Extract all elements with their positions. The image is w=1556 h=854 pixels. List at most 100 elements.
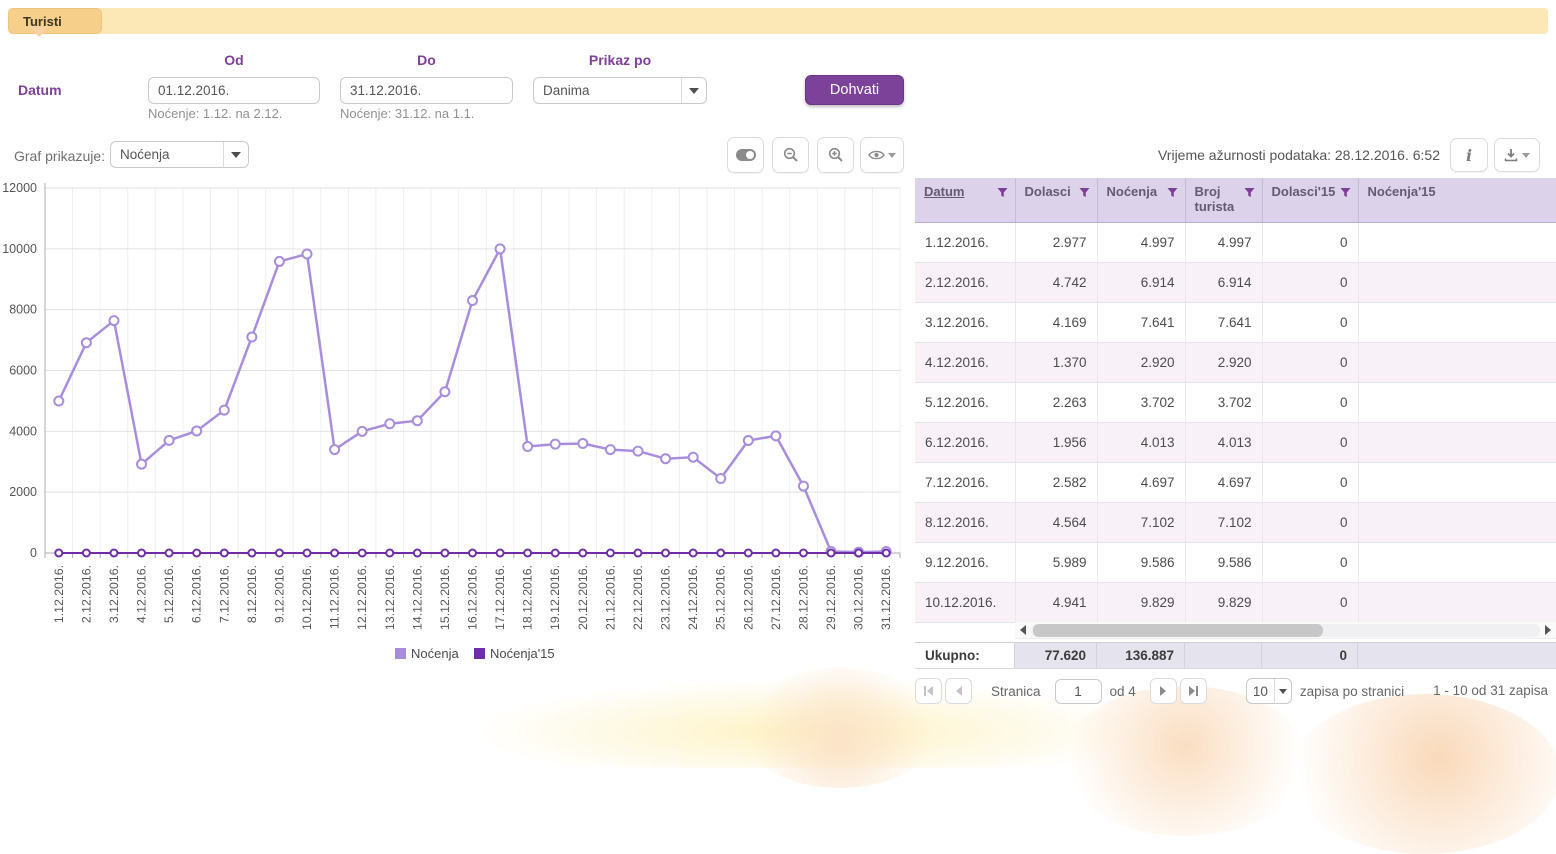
cell-value: 5.989 [1015,542,1097,582]
svg-text:5.12.2016.: 5.12.2016. [162,565,176,623]
cell-datum: 10.12.2016. [915,582,1015,622]
decor-blob [740,668,940,788]
cell-value: 0 [1262,342,1358,382]
cell-value: 4.997 [1185,222,1262,262]
first-page-button[interactable] [915,678,942,704]
cell-value: 9.829 [1097,582,1185,622]
legend-item[interactable]: Noćenja'15 [474,646,555,661]
page-size-select[interactable]: 10 [1246,678,1292,704]
cell-value: 4.697 [1097,462,1185,502]
totals-dolasci: 77.620 [1015,643,1097,668]
cell-value: 9.586 [1185,542,1262,582]
next-page-button[interactable] [1150,678,1177,704]
svg-text:14.12.2016.: 14.12.2016. [410,565,424,630]
column-header-no-enja[interactable]: Noćenja [1097,178,1185,222]
zoom-out-button[interactable] [772,137,809,173]
cell-value: 2.920 [1097,342,1185,382]
svg-text:12000: 12000 [2,182,37,195]
cell-value: 0 [1262,502,1358,542]
date-from-input[interactable] [149,78,320,103]
zoom-in-button[interactable] [817,137,854,173]
cell-value: 4.742 [1015,262,1097,302]
filter-icon[interactable] [1340,187,1351,198]
prev-page-button[interactable] [945,678,972,704]
svg-text:15.12.2016.: 15.12.2016. [438,565,452,630]
info-button[interactable]: i [1450,138,1488,172]
cell-value: 6.914 [1185,262,1262,302]
table-row: 9.12.2016.5.9899.5869.5860 [915,542,1556,582]
horizontal-scrollbar[interactable] [1015,622,1556,639]
svg-text:13.12.2016.: 13.12.2016. [383,565,397,630]
toggle-icon [736,149,756,161]
svg-text:4.12.2016.: 4.12.2016. [135,565,149,623]
chart-toggle-button[interactable] [727,137,764,173]
last-page-button[interactable] [1180,678,1207,704]
decor-blob [1060,686,1310,836]
visibility-menu-button[interactable] [860,137,904,173]
export-button[interactable] [1494,138,1540,172]
svg-text:16.12.2016.: 16.12.2016. [466,565,480,630]
chevron-down-icon [1275,679,1291,703]
cell-value: 0 [1262,382,1358,422]
cell-datum: 6.12.2016. [915,422,1015,462]
data-table: DatumDolasci Noćenja Broj turistaDolasci'1… [915,178,1556,623]
decor-blob [1290,694,1556,854]
cell-value: 3.702 [1185,382,1262,422]
column-header-no-enja-15[interactable]: Noćenja'15 [1358,178,1556,222]
datum-label: Datum [18,82,62,98]
svg-text:19.12.2016.: 19.12.2016. [548,565,562,630]
svg-text:9.12.2016.: 9.12.2016. [272,565,286,623]
eye-icon [868,149,885,161]
filter-icon[interactable] [1079,187,1090,198]
cell-value [1358,302,1556,342]
cell-datum: 3.12.2016. [915,302,1015,342]
page-number-input[interactable] [1055,679,1102,704]
cell-value: 4.013 [1185,422,1262,462]
date-to-box [340,77,513,104]
scrollbar-thumb[interactable] [1033,624,1323,637]
prikaz-po-select[interactable]: Danima [533,77,707,104]
column-header-dolasci-15[interactable]: Dolasci'15 [1262,178,1358,222]
graf-prikazuje-label: Graf prikazuje: [14,148,105,164]
legend-item[interactable]: Noćenja [395,646,459,661]
cell-value: 7.641 [1185,302,1262,342]
column-header-datum[interactable]: Datum [915,178,1015,222]
svg-text:10.12.2016.: 10.12.2016. [300,565,314,630]
cell-datum: 2.12.2016. [915,262,1015,302]
column-header-label: Noćenja [1107,184,1158,199]
svg-text:28.12.2016.: 28.12.2016. [796,565,810,630]
zoom-in-icon [828,147,844,163]
chevron-down-icon [888,153,896,158]
filter-icon[interactable] [1244,187,1255,198]
scrollbar-track[interactable] [1031,624,1540,637]
info-icon: i [1466,146,1472,165]
date-to-input[interactable] [341,78,513,103]
svg-text:24.12.2016.: 24.12.2016. [686,565,700,630]
totals-label: Ukupno: [915,643,1015,668]
cell-value: 0 [1262,262,1358,302]
filter-icon[interactable] [1167,187,1178,198]
prikaz-po-value: Danima [534,78,682,103]
od-label: Od [148,52,320,68]
cell-value: 0 [1262,302,1358,342]
svg-text:17.12.2016.: 17.12.2016. [493,565,507,630]
column-header-dolasci[interactable]: Dolasci [1015,178,1097,222]
graf-prikazuje-select[interactable]: Noćenja [110,141,249,168]
table-row: 6.12.2016.1.9564.0134.0130 [915,422,1556,462]
scroll-right-icon[interactable] [1540,622,1556,639]
cell-value: 9.829 [1185,582,1262,622]
cell-datum: 9.12.2016. [915,542,1015,582]
svg-text:8.12.2016.: 8.12.2016. [245,565,259,623]
totals-row: Ukupno: 77.620 136.887 0 [915,642,1556,669]
cell-value: 4.697 [1185,462,1262,502]
svg-text:10000: 10000 [2,242,37,256]
totals-nocenja: 136.887 [1097,643,1185,668]
column-header-broj-turista[interactable]: Broj turista [1185,178,1262,222]
scroll-left-icon[interactable] [1015,622,1031,639]
tab-turisti[interactable]: Turisti [8,8,102,34]
data-grid: DatumDolasci Noćenja Broj turistaDolasci'1… [915,178,1556,623]
totals-dolasci15: 0 [1262,643,1358,668]
table-row: 5.12.2016.2.2633.7023.7020 [915,382,1556,422]
dohvati-button[interactable]: Dohvati [805,75,904,105]
filter-icon[interactable] [997,187,1008,198]
